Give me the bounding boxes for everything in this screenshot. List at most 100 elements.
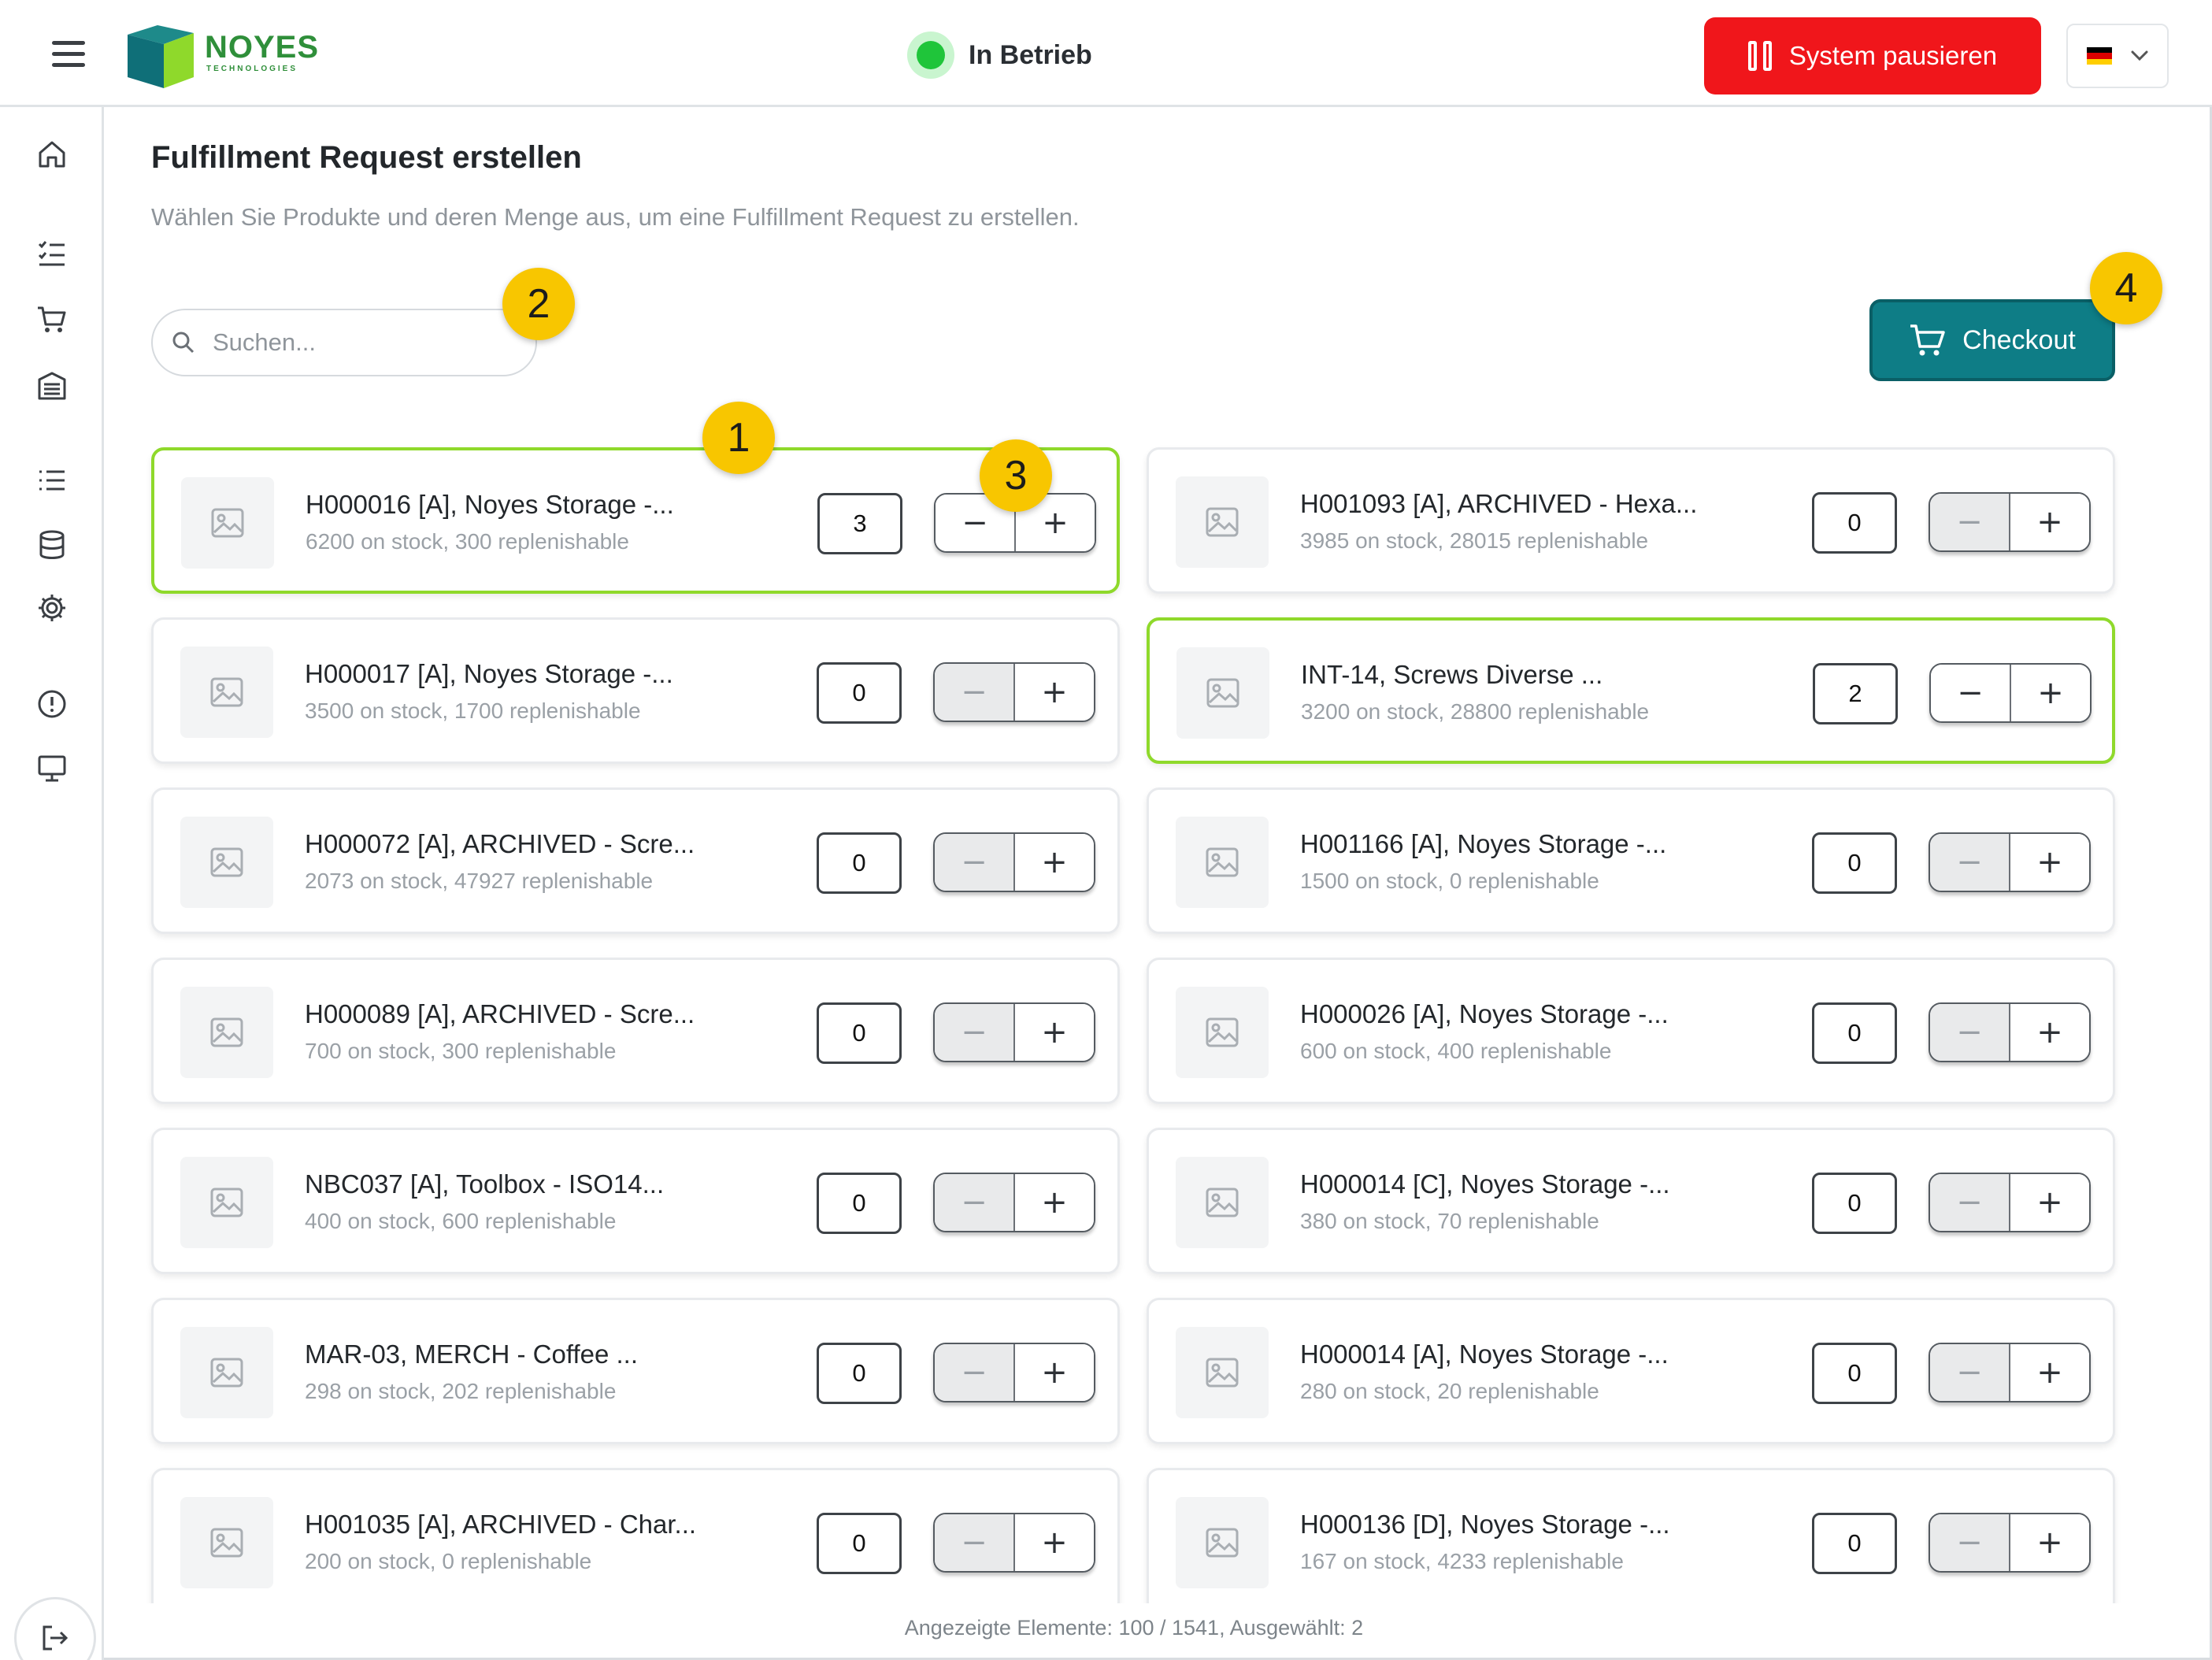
product-card[interactable]: MAR-03, MERCH - Coffee ... 298 on stock, … <box>151 1298 1120 1444</box>
decrement-button[interactable]: − <box>935 1174 1015 1231</box>
product-card[interactable]: INT-14, Screws Diverse ... 3200 on stock,… <box>1147 617 2115 764</box>
increment-button[interactable]: + <box>2010 494 2089 550</box>
quantity-input[interactable] <box>1812 492 1897 554</box>
decrement-button[interactable]: − <box>935 664 1015 721</box>
quantity-input[interactable] <box>1812 1173 1897 1234</box>
decrement-button[interactable]: − <box>935 1344 1015 1401</box>
decrement-button[interactable]: − <box>1930 1514 2010 1571</box>
product-name: MAR-03, MERCH - Coffee ... <box>305 1339 638 1369</box>
decrement-button[interactable]: − <box>1930 494 2010 550</box>
increment-button[interactable]: + <box>1015 1174 1094 1231</box>
quantity-input[interactable] <box>1812 1002 1897 1064</box>
quantity-input[interactable] <box>1812 1513 1897 1574</box>
storage-icon[interactable] <box>36 370 68 402</box>
quantity-stepper: − + <box>1929 492 2091 552</box>
quantity-stepper: − + <box>933 1513 1095 1573</box>
monitor-icon[interactable] <box>36 753 68 784</box>
product-name: H000089 [A], ARCHIVED - Scre... <box>305 999 695 1028</box>
product-card[interactable]: H000017 [A], Noyes Storage -... 3500 on s… <box>151 617 1120 764</box>
top-bar: NOYES TECHNOLOGIES In Betrieb System pau… <box>0 0 2212 107</box>
task-list-icon[interactable] <box>36 238 68 269</box>
decrement-button[interactable]: − <box>1931 665 2011 721</box>
quantity-input[interactable] <box>817 1173 902 1234</box>
search-icon <box>172 332 195 354</box>
increment-button[interactable]: + <box>2010 1004 2089 1061</box>
product-card[interactable]: H001035 [A], ARCHIVED - Char... 200 on st… <box>151 1468 1120 1603</box>
product-card[interactable]: H000072 [A], ARCHIVED - Scre... 2073 on s… <box>151 787 1120 934</box>
increment-button[interactable]: + <box>2010 834 2089 891</box>
product-stock: 700 on stock, 300 replenishable <box>305 1039 617 1063</box>
home-icon[interactable] <box>36 139 68 170</box>
quantity-input[interactable] <box>1812 1343 1897 1404</box>
increment-button[interactable]: + <box>2011 665 2090 721</box>
quantity-stepper: − + <box>1929 1343 2091 1402</box>
search-input[interactable] <box>213 328 496 357</box>
quantity-input[interactable] <box>1812 832 1897 894</box>
quantity-stepper: − + <box>1929 663 2092 723</box>
quantity-input[interactable] <box>817 1513 902 1574</box>
product-name: NBC037 [A], Toolbox - ISO14... <box>305 1169 665 1199</box>
menu-icon[interactable] <box>52 41 85 68</box>
product-image-placeholder-icon <box>1176 987 1269 1078</box>
increment-button[interactable]: + <box>1015 1514 1094 1571</box>
quantity-input[interactable] <box>817 1343 902 1404</box>
increment-button[interactable]: + <box>2010 1514 2089 1571</box>
search-field[interactable] <box>151 309 537 376</box>
increment-button[interactable]: + <box>1015 664 1094 721</box>
product-card[interactable]: H000014 [A], Noyes Storage -... 280 on st… <box>1147 1298 2115 1444</box>
product-card[interactable]: H000136 [D], Noyes Storage -... 167 on st… <box>1147 1468 2115 1603</box>
product-card[interactable]: NBC037 [A], Toolbox - ISO14... 400 on sto… <box>151 1128 1120 1274</box>
decrement-button[interactable]: − <box>1930 834 2010 891</box>
checkout-button[interactable]: Checkout <box>1869 299 2115 381</box>
product-card[interactable]: H000089 [A], ARCHIVED - Scre... 700 on st… <box>151 958 1120 1104</box>
quantity-input[interactable] <box>1813 663 1898 724</box>
database-icon[interactable] <box>36 529 68 561</box>
system-status: In Betrieb <box>907 31 1092 79</box>
decrement-button[interactable]: − <box>1930 1344 2010 1401</box>
increment-button[interactable]: + <box>2010 1344 2089 1401</box>
de-flag-icon <box>2087 47 2112 65</box>
product-stock: 298 on stock, 202 replenishable <box>305 1379 617 1403</box>
increment-button[interactable]: + <box>1015 1004 1094 1061</box>
product-card[interactable]: H000016 [A], Noyes Storage -... 6200 on s… <box>151 447 1120 594</box>
increment-button[interactable]: + <box>2010 1174 2089 1231</box>
quantity-input[interactable] <box>817 493 902 554</box>
cart-icon[interactable] <box>36 304 68 335</box>
product-stock: 6200 on stock, 300 replenishable <box>306 529 629 554</box>
increment-button[interactable]: + <box>1015 1344 1094 1401</box>
product-image-placeholder-icon <box>1176 476 1269 568</box>
product-image-placeholder-icon <box>180 1327 273 1418</box>
product-image-placeholder-icon <box>1176 1157 1269 1248</box>
product-card[interactable]: H001093 [A], ARCHIVED - Hexa... 3985 on s… <box>1147 447 2115 594</box>
gear-icon[interactable] <box>36 592 68 624</box>
pause-icon <box>1747 41 1772 71</box>
product-card[interactable]: H000026 [A], Noyes Storage -... 600 on st… <box>1147 958 2115 1104</box>
pause-system-button[interactable]: System pausieren <box>1704 17 2041 94</box>
alert-icon[interactable] <box>36 688 68 720</box>
status-ok-icon <box>907 31 954 79</box>
product-image-placeholder-icon <box>1176 1327 1269 1418</box>
product-card[interactable]: H000014 [C], Noyes Storage -... 380 on st… <box>1147 1128 2115 1274</box>
product-name: H001093 [A], ARCHIVED - Hexa... <box>1300 489 1698 518</box>
decrement-button[interactable]: − <box>935 834 1015 891</box>
logo-subtext: TECHNOLOGIES <box>206 65 298 73</box>
quantity-stepper: − + <box>1929 1513 2091 1573</box>
decrement-button[interactable]: − <box>935 1004 1015 1061</box>
increment-button[interactable]: + <box>1015 834 1094 891</box>
product-stock: 3500 on stock, 1700 replenishable <box>305 698 641 723</box>
product-image-placeholder-icon <box>1176 1497 1269 1588</box>
annotation-badge-3: 3 <box>980 439 1052 512</box>
quantity-stepper: − + <box>933 1343 1095 1402</box>
list-icon[interactable] <box>36 465 68 496</box>
quantity-input[interactable] <box>817 1002 902 1064</box>
language-select[interactable] <box>2066 24 2169 88</box>
product-stock: 1500 on stock, 0 replenishable <box>1300 869 1599 893</box>
quantity-input[interactable] <box>817 832 902 894</box>
status-label: In Betrieb <box>969 39 1092 70</box>
decrement-button[interactable]: − <box>1930 1004 2010 1061</box>
product-card[interactable]: H001166 [A], Noyes Storage -... 1500 on s… <box>1147 787 2115 934</box>
quantity-input[interactable] <box>817 662 902 724</box>
decrement-button[interactable]: − <box>935 1514 1015 1571</box>
decrement-button[interactable]: − <box>1930 1174 2010 1231</box>
product-name: INT-14, Screws Diverse ... <box>1301 660 1603 689</box>
